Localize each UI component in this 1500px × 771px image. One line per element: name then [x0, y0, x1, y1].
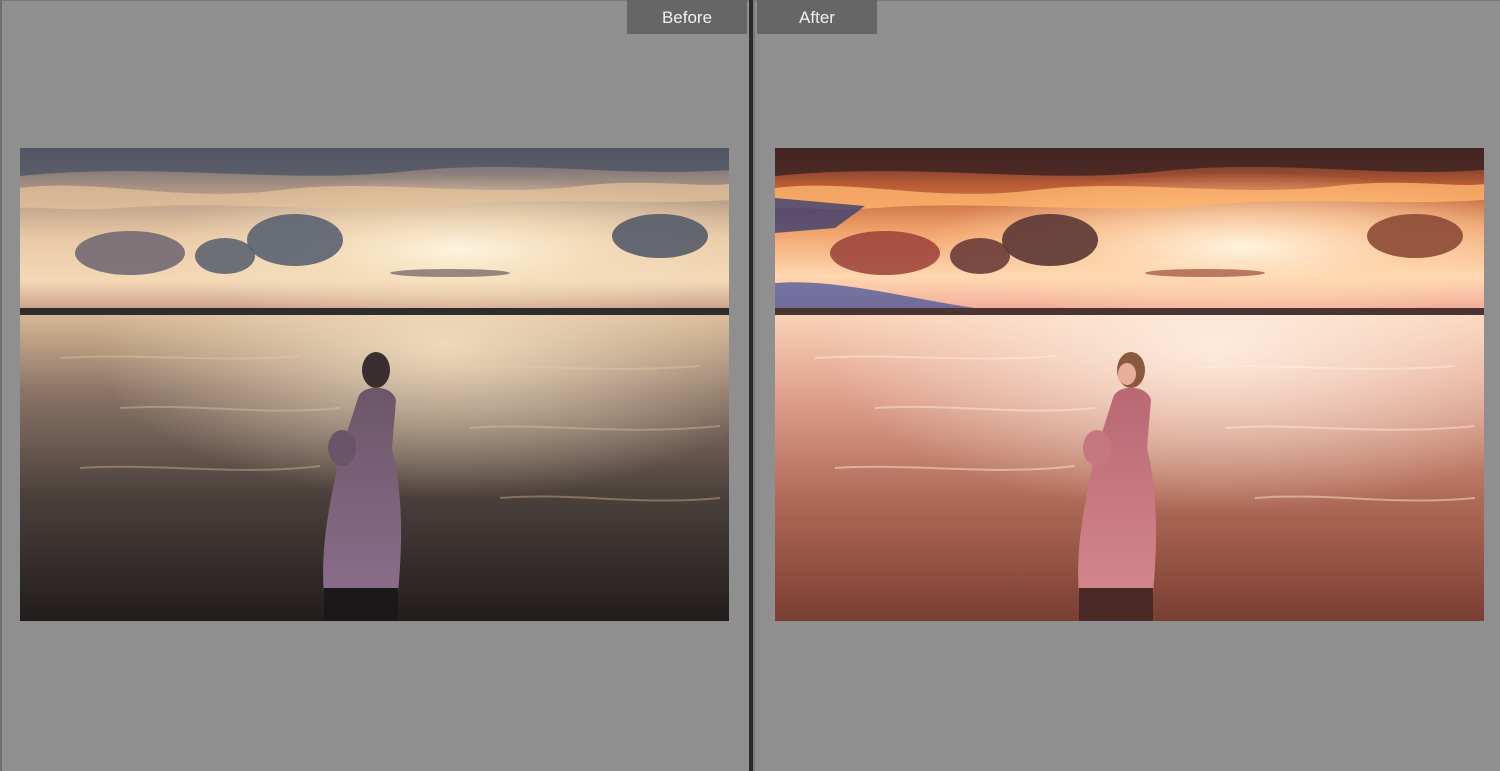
before-after-compare-view: Before After — [0, 0, 1500, 771]
before-photo[interactable] — [20, 148, 729, 621]
left-edge — [0, 0, 2, 771]
after-photo-image — [775, 148, 1484, 621]
after-label: After — [757, 0, 877, 34]
after-photo[interactable] — [775, 148, 1484, 621]
before-label: Before — [627, 0, 747, 34]
compare-divider-highlight — [753, 0, 755, 771]
before-photo-image — [20, 148, 729, 621]
